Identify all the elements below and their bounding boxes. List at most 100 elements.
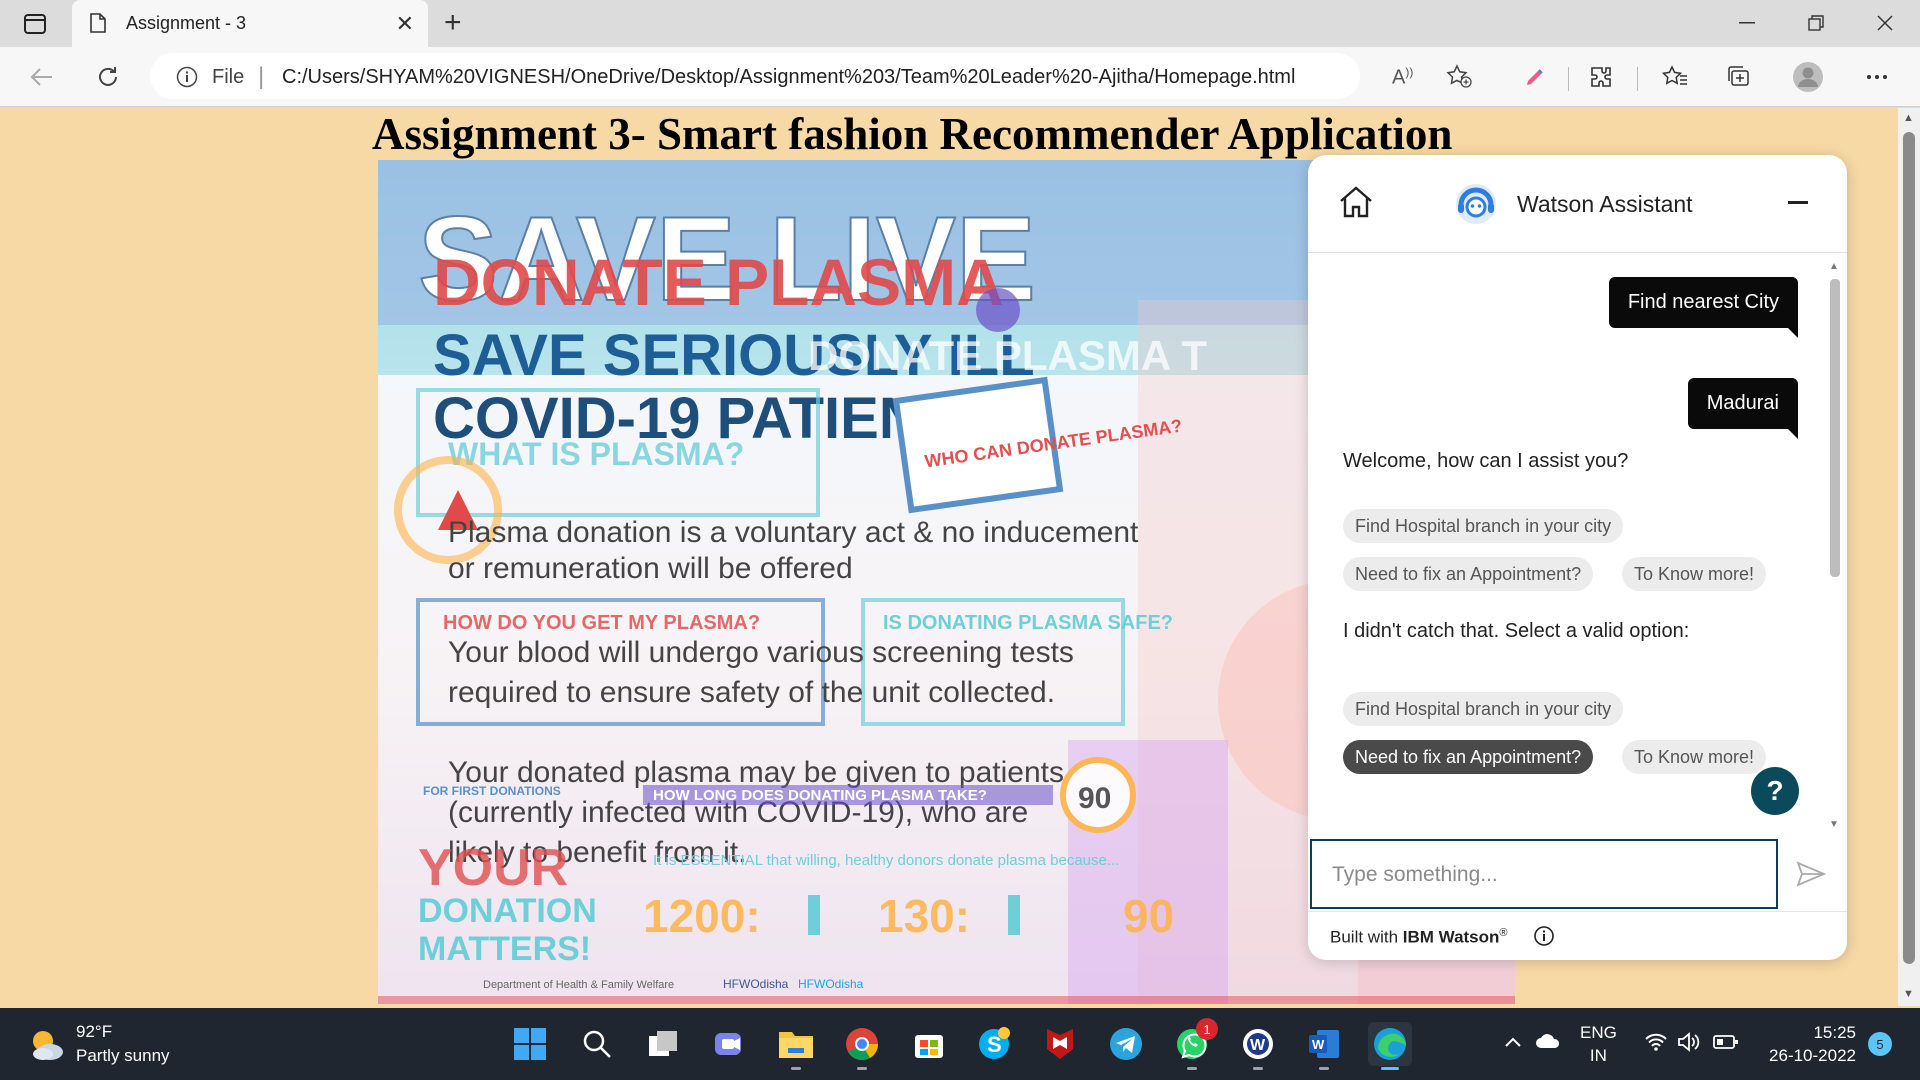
home-icon[interactable] xyxy=(1338,185,1374,224)
edge-icon[interactable] xyxy=(1368,1022,1412,1070)
profile-icon[interactable] xyxy=(1791,62,1825,92)
notification-badge[interactable]: 5 xyxy=(1868,1032,1892,1056)
poster-donate-plasma: DONATE PLASMA xyxy=(433,245,1004,319)
system-clock[interactable]: 15:25 26-10-2022 xyxy=(1762,1021,1856,1067)
favorites-icon[interactable] xyxy=(1658,62,1692,92)
help-button[interactable]: ? xyxy=(1751,767,1799,815)
poster-is-donating-safe: IS DONATING PLASMA SAFE? xyxy=(883,612,1173,634)
page-scrollbar[interactable]: ▲ ▼ xyxy=(1898,108,1920,1006)
document-icon xyxy=(90,13,106,38)
clock-date: 26-10-2022 xyxy=(1769,1046,1856,1065)
poster-matters: MATTERS! xyxy=(418,930,591,968)
svg-text:W: W xyxy=(1312,1037,1325,1052)
cloud-icon[interactable] xyxy=(1535,1032,1561,1055)
mcafee-icon[interactable] xyxy=(1038,1022,1082,1066)
poster-stat-90: 90 xyxy=(1123,890,1174,942)
word-icon[interactable]: W xyxy=(1302,1022,1346,1070)
close-window-button[interactable] xyxy=(1862,8,1908,38)
refresh-icon[interactable] xyxy=(91,61,125,93)
option-fix-appointment[interactable]: Need to fix an Appointment? xyxy=(1343,557,1594,591)
chat-messages: Find nearest City Madurai Welcome, how c… xyxy=(1308,254,1847,834)
poster-how-get-plasma: HOW DO YOU GET MY PLASMA? xyxy=(443,612,760,634)
user-message: Madurai xyxy=(1687,378,1799,439)
watson-chat-widget: Watson Assistant Find nearest City Madur… xyxy=(1308,155,1847,960)
watson-avatar-icon xyxy=(1453,181,1499,232)
poster-stat-1200: 1200: xyxy=(643,890,761,942)
bot-message: Welcome, how can I assist you? xyxy=(1343,450,1629,472)
page-scroll-thumb[interactable] xyxy=(1903,132,1915,964)
chrome-icon[interactable] xyxy=(840,1022,884,1070)
minimize-window-button[interactable] xyxy=(1724,8,1770,38)
poster-stat-130: 130: xyxy=(878,890,970,942)
battery-icon[interactable] xyxy=(1713,1034,1739,1055)
toolbar-divider xyxy=(1637,67,1638,91)
built-with-label: Built with IBM Watson® xyxy=(1330,927,1508,947)
poster-bullet-1b: or remuneration will be offered xyxy=(448,552,853,585)
message-input-box[interactable] xyxy=(1310,839,1778,909)
plus-icon[interactable]: + xyxy=(444,6,462,40)
volume-icon[interactable] xyxy=(1677,1032,1701,1057)
whatsapp-badge: 1 xyxy=(1196,1018,1218,1040)
chevron-up-icon[interactable] xyxy=(1504,1033,1522,1053)
page-title: Assignment 3- Smart fashion Recommender … xyxy=(372,109,1453,159)
option-know-more[interactable]: To Know more! xyxy=(1622,740,1767,774)
file-label: File xyxy=(212,66,245,88)
collections-icon[interactable] xyxy=(1722,62,1756,92)
chat-scroll-thumb[interactable] xyxy=(1830,279,1840,577)
chat-scroll-up[interactable]: ▲ xyxy=(1829,261,1839,272)
message-input[interactable] xyxy=(1332,857,1752,893)
send-icon[interactable] xyxy=(1796,861,1827,892)
windows-icon[interactable] xyxy=(508,1022,552,1066)
chat-scrollbar[interactable]: ▲ ▼ xyxy=(1827,261,1843,831)
taskbar: 92°F Partly sunny S 1 W W ENG IN 15:25 2… xyxy=(0,1008,1920,1080)
pen-icon[interactable] xyxy=(1518,62,1552,92)
poster-banner: DONATE PLASMA T xyxy=(808,332,1207,379)
file-explorer-icon[interactable] xyxy=(774,1022,818,1070)
app-icon[interactable]: W xyxy=(1236,1022,1280,1070)
info-icon[interactable] xyxy=(1533,925,1555,952)
info-icon[interactable] xyxy=(176,66,198,93)
region-code: IN xyxy=(1589,1046,1607,1065)
read-aloud-icon[interactable]: A)) xyxy=(1392,65,1413,90)
address-bar[interactable]: File | C:/Users/SHYAM%20VIGNESH/OneDrive… xyxy=(150,53,1472,99)
scroll-up-arrow[interactable]: ▲ xyxy=(1903,112,1914,124)
temperature: 92°F xyxy=(76,1022,113,1041)
scroll-down-arrow[interactable]: ▼ xyxy=(1903,988,1914,1000)
poster-bullet-2b: required to ensure safety of the unit co… xyxy=(448,676,1055,709)
close-icon[interactable]: ✕ xyxy=(396,11,414,37)
telegram-icon[interactable] xyxy=(1104,1022,1148,1066)
url-text[interactable]: C:/Users/SHYAM%20VIGNESH/OneDrive/Deskto… xyxy=(282,66,1295,89)
whatsapp-icon[interactable]: 1 xyxy=(1170,1018,1218,1070)
option-know-more[interactable]: To Know more! xyxy=(1622,557,1767,591)
more-icon[interactable] xyxy=(1860,62,1894,92)
minimize-icon[interactable] xyxy=(1788,201,1808,204)
option-find-hospital[interactable]: Find Hospital branch in your city xyxy=(1343,692,1624,726)
sidebar-icon[interactable] xyxy=(16,8,54,40)
poster-how-long: HOW LONG DOES DONATING PLASMA TAKE? xyxy=(653,787,987,804)
teams-icon[interactable] xyxy=(708,1022,752,1066)
task-view-icon[interactable] xyxy=(641,1022,685,1066)
poster-dept: Department of Health & Family Welfare xyxy=(483,979,674,991)
extensions-icon[interactable] xyxy=(1584,62,1618,92)
poster-donation: DONATION xyxy=(418,892,597,930)
option-fix-appointment-selected[interactable]: Need to fix an Appointment? xyxy=(1343,740,1594,774)
browser-tab[interactable]: Assignment - 3 ✕ xyxy=(72,0,428,47)
user-message: Find nearest City xyxy=(1608,277,1799,338)
language-indicator[interactable]: ENG IN xyxy=(1580,1021,1617,1067)
back-icon[interactable] xyxy=(25,61,59,93)
wifi-icon[interactable] xyxy=(1644,1032,1668,1057)
poster-handle-1: HFWOdisha xyxy=(723,977,789,991)
search-icon[interactable] xyxy=(575,1022,619,1066)
favorite-add-icon[interactable] xyxy=(1446,64,1472,93)
skype-icon[interactable]: S xyxy=(972,1022,1016,1066)
poster-essential: It is ESSENTIAL that willing, healthy do… xyxy=(653,852,1119,869)
store-icon[interactable] xyxy=(907,1022,951,1066)
restore-window-button[interactable] xyxy=(1793,8,1839,38)
poster-what-is-plasma: WHAT IS PLASMA? xyxy=(448,436,744,472)
option-find-hospital[interactable]: Find Hospital branch in your city xyxy=(1343,509,1624,543)
chat-scroll-down[interactable]: ▼ xyxy=(1829,819,1839,830)
weather-icon[interactable] xyxy=(28,1026,66,1069)
poster-bullet-2a: Your blood will undergo various screenin… xyxy=(448,636,1074,669)
language-code: ENG xyxy=(1580,1023,1617,1042)
assistant-name: Watson Assistant xyxy=(1517,191,1693,217)
